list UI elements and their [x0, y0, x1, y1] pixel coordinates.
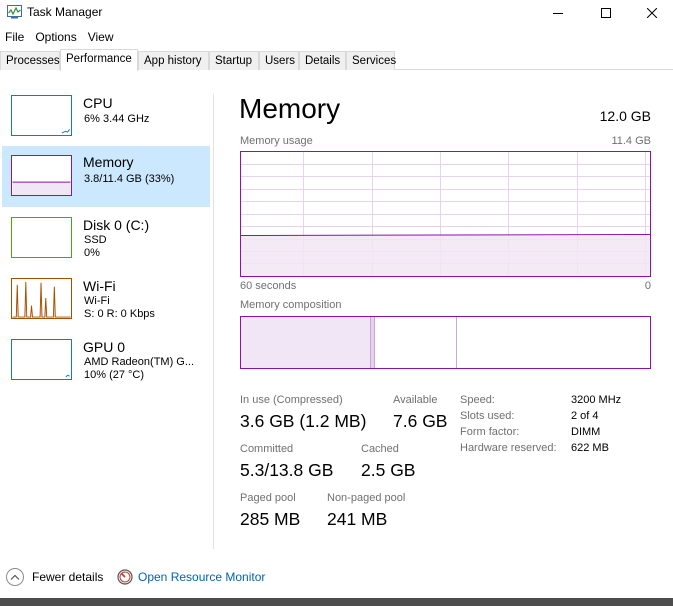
resource-detail: AMD Radeon(TM) G... — [84, 356, 195, 368]
spec-value: DIMM — [571, 426, 601, 438]
in-use-label: In use (Compressed) — [240, 394, 343, 406]
in-use-value: 3.6 GB (1.2 MB) — [240, 411, 367, 431]
tab-app-history[interactable]: App history — [138, 51, 209, 70]
gpu-thumbnail-graph — [11, 339, 72, 380]
page-title: Memory — [239, 93, 341, 124]
paged-pool-value: 285 MB — [240, 509, 301, 529]
resource-list: CPU 6% 3.44 GHz Memory 3.8/11.4 GB (33%)… — [0, 71, 214, 551]
memory-thumbnail-graph — [11, 155, 72, 196]
non-paged-pool-label: Non-paged pool — [327, 492, 406, 504]
resource-detail: S: 0 R: 0 Kbps — [84, 308, 155, 320]
resource-name: CPU — [83, 95, 113, 111]
graph-time-left: 60 seconds — [240, 280, 297, 292]
memory-usage-max: 11.4 GB — [611, 135, 651, 147]
taskbar-strip — [0, 598, 673, 606]
open-resource-monitor-link[interactable]: Open Resource Monitor — [117, 567, 265, 587]
tab-users[interactable]: Users — [259, 51, 299, 70]
memory-usage-line — [241, 234, 650, 236]
total-memory: 12.0 GB — [599, 108, 651, 124]
graph-time-right: 0 — [644, 280, 651, 292]
memory-usage-chart — [241, 152, 650, 276]
window-title: Task Manager — [27, 5, 103, 19]
committed-value: 5.3/13.8 GB — [240, 460, 334, 480]
title-bar: Task Manager — [0, 0, 673, 26]
spec-label: Hardware reserved: — [460, 442, 557, 454]
spec-label: Speed: — [460, 394, 495, 406]
minimize-icon — [553, 13, 563, 14]
resource-item-wifi[interactable]: Wi-Fi Wi-Fi S: 0 R: 0 Kbps — [2, 272, 210, 333]
resource-name: Disk 0 (C:) — [83, 217, 150, 233]
memory-composition-chart — [241, 317, 457, 368]
close-button[interactable] — [629, 0, 673, 26]
resource-item-disk[interactable]: Disk 0 (C:) SSD 0% — [2, 211, 210, 272]
resource-detail: 0% — [84, 247, 100, 259]
menu-options[interactable]: Options — [30, 27, 82, 47]
non-paged-pool-value: 241 MB — [327, 509, 388, 529]
spec-label: Slots used: — [460, 410, 515, 422]
maximize-icon — [601, 8, 611, 18]
resource-name: GPU 0 — [83, 339, 126, 355]
memory-usage-label: Memory usage — [240, 135, 313, 147]
resource-detail: 6% 3.44 GHz — [84, 113, 150, 125]
tab-details[interactable]: Details — [299, 51, 346, 70]
cached-label: Cached — [361, 443, 399, 455]
resource-detail: Wi-Fi — [84, 295, 110, 307]
maximize-button[interactable] — [583, 0, 629, 26]
fewer-details-label: Fewer details — [32, 570, 104, 584]
menu-file[interactable]: File — [0, 27, 30, 47]
fewer-details-button[interactable]: Fewer details — [6, 567, 103, 587]
memory-usage-graph — [240, 151, 651, 277]
menu-view[interactable]: View — [83, 27, 120, 47]
tab-startup[interactable]: Startup — [209, 51, 259, 70]
resource-monitor-icon — [117, 569, 133, 585]
resource-item-gpu[interactable]: GPU 0 AMD Radeon(TM) G... 10% (27 °C) — [2, 333, 210, 394]
available-label: Available — [393, 394, 438, 406]
close-icon — [647, 8, 657, 18]
wifi-thumbnail-graph — [11, 278, 72, 319]
memory-usage-area — [241, 235, 650, 276]
chevron-up-icon — [6, 568, 24, 586]
tab-services[interactable]: Services — [346, 51, 396, 70]
resource-name: Wi-Fi — [83, 278, 116, 294]
spec-value: 2 of 4 — [571, 410, 599, 422]
cpu-thumbnail-graph — [11, 95, 72, 136]
open-resource-monitor-label: Open Resource Monitor — [138, 570, 266, 584]
resource-item-memory[interactable]: Memory 3.8/11.4 GB (33%) — [2, 146, 210, 207]
spec-value: 622 MB — [571, 442, 609, 454]
available-value: 7.6 GB — [393, 411, 448, 431]
spec-label: Form factor: — [460, 426, 520, 438]
tab-performance[interactable]: Performance — [60, 49, 138, 71]
panel-divider — [213, 94, 214, 549]
menu-bar: File Options View — [0, 27, 673, 47]
composition-in-use — [241, 317, 370, 368]
committed-label: Committed — [240, 443, 294, 455]
memory-composition-bar — [240, 316, 651, 369]
cached-value: 2.5 GB — [361, 460, 416, 480]
tab-processes[interactable]: Processes — [0, 51, 60, 70]
resource-detail: SSD — [84, 234, 107, 246]
disk-thumbnail-graph — [11, 217, 72, 258]
spec-value: 3200 MHz — [571, 394, 622, 406]
tab-strip: Processes Performance App history Startu… — [0, 49, 673, 71]
resource-detail: 10% (27 °C) — [84, 369, 145, 381]
resource-item-cpu[interactable]: CPU 6% 3.44 GHz — [2, 89, 210, 150]
minimize-button[interactable] — [535, 0, 581, 26]
task-manager-icon — [7, 5, 22, 19]
paged-pool-label: Paged pool — [240, 492, 296, 504]
memory-composition-label: Memory composition — [240, 299, 342, 311]
resource-detail: 3.8/11.4 GB (33%) — [84, 173, 175, 185]
resource-name: Memory — [83, 154, 134, 170]
